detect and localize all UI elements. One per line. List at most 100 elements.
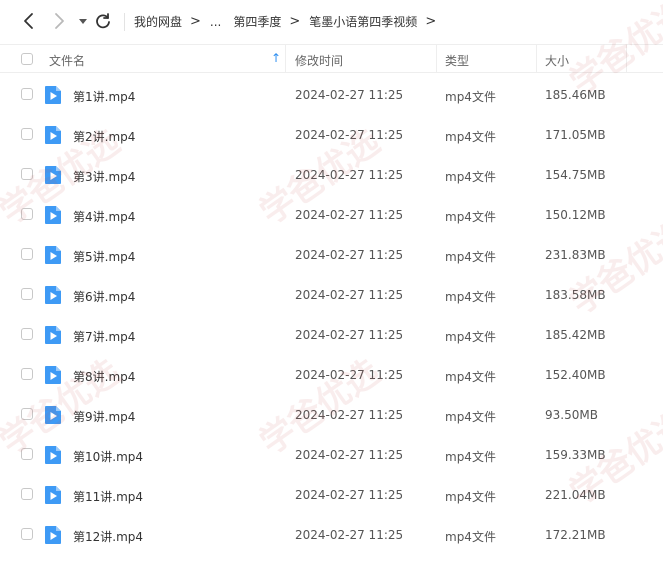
file-name[interactable]: 第9讲.mp4 bbox=[73, 408, 135, 425]
row-checkbox[interactable] bbox=[21, 328, 33, 340]
video-file-icon bbox=[45, 206, 61, 224]
toolbar-divider bbox=[124, 13, 125, 31]
table-row[interactable]: 第9讲.mp4 2024-02-27 11:25 mp4文件 93.50MB bbox=[0, 394, 663, 434]
file-name[interactable]: 第6讲.mp4 bbox=[73, 288, 135, 305]
file-size: 171.05MB bbox=[545, 128, 606, 142]
file-type: mp4文件 bbox=[445, 90, 496, 104]
column-header-size[interactable]: 大小 bbox=[545, 52, 569, 69]
file-type: mp4文件 bbox=[445, 210, 496, 224]
video-file-icon bbox=[45, 446, 61, 464]
back-button[interactable] bbox=[18, 10, 40, 32]
row-checkbox[interactable] bbox=[21, 168, 33, 180]
breadcrumb-separator: > bbox=[289, 14, 301, 29]
file-size: 93.50MB bbox=[545, 408, 598, 422]
row-checkbox[interactable] bbox=[21, 288, 33, 300]
video-file-icon bbox=[45, 326, 61, 344]
row-checkbox[interactable] bbox=[21, 128, 33, 140]
video-file-icon bbox=[45, 486, 61, 504]
file-size: 172.21MB bbox=[545, 528, 606, 542]
file-name[interactable]: 第3讲.mp4 bbox=[73, 168, 135, 185]
file-type: mp4文件 bbox=[445, 170, 496, 184]
select-all-checkbox[interactable] bbox=[21, 53, 33, 65]
table-row[interactable]: 第5讲.mp4 2024-02-27 11:25 mp4文件 231.83MB bbox=[0, 234, 663, 274]
table-row[interactable]: 第8讲.mp4 2024-02-27 11:25 mp4文件 152.40MB bbox=[0, 354, 663, 394]
refresh-button[interactable] bbox=[92, 10, 114, 32]
table-row[interactable]: 第3讲.mp4 2024-02-27 11:25 mp4文件 154.75MB bbox=[0, 154, 663, 194]
forward-button[interactable] bbox=[48, 10, 70, 32]
table-row[interactable]: 第1讲.mp4 2024-02-27 11:25 mp4文件 185.46MB bbox=[0, 74, 663, 114]
column-header-name[interactable]: 文件名 bbox=[49, 52, 85, 69]
file-name[interactable]: 第8讲.mp4 bbox=[73, 368, 135, 385]
history-dropdown-button[interactable] bbox=[72, 10, 94, 32]
file-modified: 2024-02-27 11:25 bbox=[295, 248, 404, 262]
file-type: mp4文件 bbox=[445, 410, 496, 424]
file-modified: 2024-02-27 11:25 bbox=[295, 208, 404, 222]
row-checkbox[interactable] bbox=[21, 408, 33, 420]
video-file-icon bbox=[45, 366, 61, 384]
column-divider[interactable] bbox=[536, 45, 537, 73]
file-size: 185.46MB bbox=[545, 88, 606, 102]
file-modified: 2024-02-27 11:25 bbox=[295, 448, 404, 462]
column-header-type[interactable]: 类型 bbox=[445, 52, 469, 69]
table-row[interactable]: 第11讲.mp4 2024-02-27 11:25 mp4文件 221.04MB bbox=[0, 474, 663, 514]
file-type: mp4文件 bbox=[445, 450, 496, 464]
table-row[interactable]: 第6讲.mp4 2024-02-27 11:25 mp4文件 183.58MB bbox=[0, 274, 663, 314]
file-modified: 2024-02-27 11:25 bbox=[295, 88, 404, 102]
sort-ascending-icon[interactable]: ↑ bbox=[271, 51, 281, 65]
column-divider[interactable] bbox=[436, 45, 437, 73]
row-checkbox[interactable] bbox=[21, 528, 33, 540]
refresh-icon bbox=[96, 13, 110, 29]
breadcrumb-item-ellipsis[interactable]: ... bbox=[210, 15, 221, 29]
row-checkbox[interactable] bbox=[21, 368, 33, 380]
file-type: mp4文件 bbox=[445, 490, 496, 504]
column-divider[interactable] bbox=[626, 45, 627, 73]
file-size: 150.12MB bbox=[545, 208, 606, 222]
table-row[interactable]: 第7讲.mp4 2024-02-27 11:25 mp4文件 185.42MB bbox=[0, 314, 663, 354]
file-name[interactable]: 第5讲.mp4 bbox=[73, 248, 135, 265]
file-modified: 2024-02-27 11:25 bbox=[295, 328, 404, 342]
file-size: 154.75MB bbox=[545, 168, 606, 182]
file-size: 183.58MB bbox=[545, 288, 606, 302]
table-row[interactable]: 第4讲.mp4 2024-02-27 11:25 mp4文件 150.12MB bbox=[0, 194, 663, 234]
file-name[interactable]: 第4讲.mp4 bbox=[73, 208, 135, 225]
row-checkbox[interactable] bbox=[21, 488, 33, 500]
breadcrumb-item-q4[interactable]: 第四季度 bbox=[233, 13, 281, 30]
file-size: 221.04MB bbox=[545, 488, 606, 502]
file-modified: 2024-02-27 11:25 bbox=[295, 528, 404, 542]
toolbar: 我的网盘 > ... > 第四季度 > 笔墨小语第四季视频 > bbox=[0, 0, 663, 44]
file-name[interactable]: 第10讲.mp4 bbox=[73, 448, 143, 465]
video-file-icon bbox=[45, 406, 61, 424]
file-type: mp4文件 bbox=[445, 530, 496, 544]
column-divider[interactable] bbox=[285, 45, 286, 73]
table-header: 文件名 ↑ 修改时间 类型 大小 bbox=[0, 44, 663, 73]
file-modified: 2024-02-27 11:25 bbox=[295, 368, 404, 382]
column-header-modified[interactable]: 修改时间 bbox=[295, 52, 343, 69]
table-row[interactable]: 第12讲.mp4 2024-02-27 11:25 mp4文件 172.21MB bbox=[0, 514, 663, 554]
video-file-icon bbox=[45, 126, 61, 144]
file-size: 159.33MB bbox=[545, 448, 606, 462]
file-name[interactable]: 第7讲.mp4 bbox=[73, 328, 135, 345]
file-size: 185.42MB bbox=[545, 328, 606, 342]
video-file-icon bbox=[45, 286, 61, 304]
caret-down-icon bbox=[79, 19, 87, 24]
file-name[interactable]: 第1讲.mp4 bbox=[73, 88, 135, 105]
file-name[interactable]: 第2讲.mp4 bbox=[73, 128, 135, 145]
row-checkbox[interactable] bbox=[21, 208, 33, 220]
file-name[interactable]: 第11讲.mp4 bbox=[73, 488, 143, 505]
breadcrumb-item-root[interactable]: 我的网盘 bbox=[134, 13, 182, 30]
table-row[interactable]: 第2讲.mp4 2024-02-27 11:25 mp4文件 171.05MB bbox=[0, 114, 663, 154]
table-row[interactable]: 第10讲.mp4 2024-02-27 11:25 mp4文件 159.33MB bbox=[0, 434, 663, 474]
row-checkbox[interactable] bbox=[21, 88, 33, 100]
breadcrumb-item-current[interactable]: 笔墨小语第四季视频 bbox=[309, 13, 417, 30]
file-type: mp4文件 bbox=[445, 370, 496, 384]
file-size: 152.40MB bbox=[545, 368, 606, 382]
file-type: mp4文件 bbox=[445, 130, 496, 144]
video-file-icon bbox=[45, 526, 61, 544]
row-checkbox[interactable] bbox=[21, 248, 33, 260]
file-modified: 2024-02-27 11:25 bbox=[295, 168, 404, 182]
file-name[interactable]: 第12讲.mp4 bbox=[73, 528, 143, 545]
file-type: mp4文件 bbox=[445, 330, 496, 344]
row-checkbox[interactable] bbox=[21, 448, 33, 460]
file-modified: 2024-02-27 11:25 bbox=[295, 488, 404, 502]
breadcrumb-separator: > bbox=[190, 14, 201, 29]
